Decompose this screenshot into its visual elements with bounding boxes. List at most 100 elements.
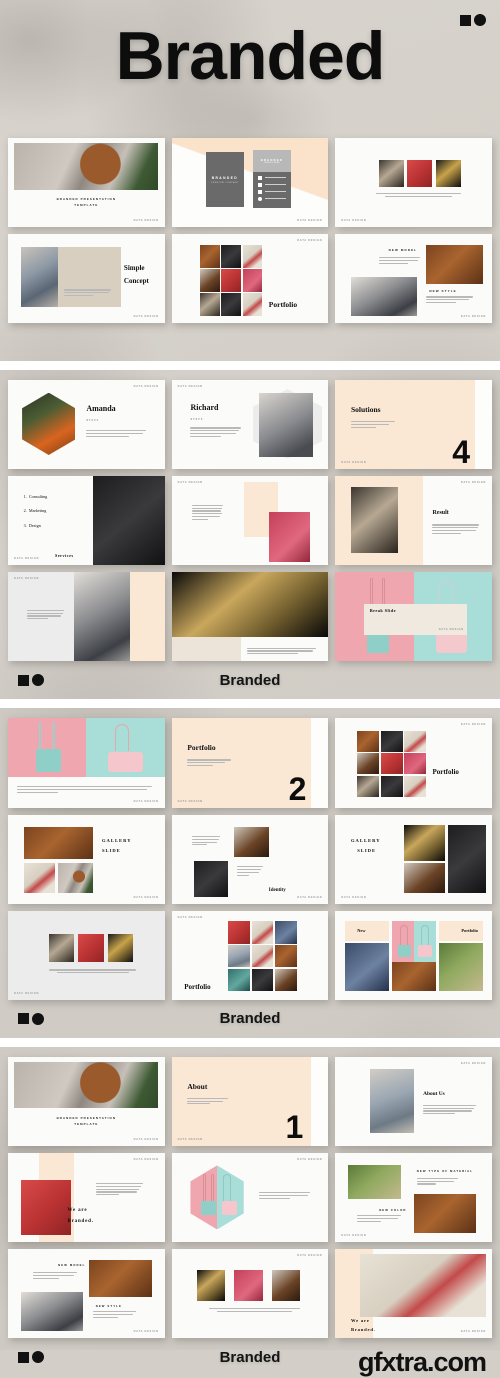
slide-tag: DATA DESIGN (297, 1253, 323, 1257)
slide-solutions[interactable]: Solutions 4 DATA DESIGN (335, 380, 492, 470)
slide-tag: DATA DESIGN (14, 577, 40, 581)
slide-stairs-model[interactable]: DATA DESIGN (8, 572, 165, 662)
slide-tag: DATA DESIGN (460, 315, 486, 319)
slide-cover-2[interactable]: BRANDED PRESENTATION TEMPLATE DATA DESIG… (8, 1056, 165, 1146)
slide-we-are-branded-1[interactable]: We are Branded. DATA DESIGN (8, 1152, 165, 1242)
slide-gallery-2[interactable]: GALLERY SLIDE DATA DESIGN (335, 814, 492, 904)
footer-brand: Branded (219, 1010, 281, 1028)
list-item-2: 2. Marketing (23, 508, 47, 514)
slide-three-thumbs[interactable]: DATA DESIGN (8, 910, 165, 1000)
list-item-1: 1. Consulting (23, 494, 48, 500)
slide-number: 2 (288, 770, 307, 807)
slide-we-are-branded-2[interactable]: We are Branded. DATA DESIGN (335, 1248, 492, 1339)
slide-services[interactable]: 1. Consulting 2. Marketing 3. Design Ser… (8, 476, 165, 566)
slide-about-us[interactable]: About Us DATA DESIGN (335, 1056, 492, 1146)
slide-basket-bag[interactable] (171, 572, 329, 662)
square-circle-logo-icon (18, 674, 44, 687)
slide-title: GALLERY (101, 837, 132, 843)
slide-new-portfolio[interactable]: New Portfolio (335, 910, 492, 1000)
slide-title-2: NEW STYLE (429, 289, 457, 294)
instagram-icon (258, 189, 263, 194)
card-brand: BRANDED (211, 175, 239, 180)
slide-number: 4 (452, 434, 471, 470)
slide-hexagon-bags[interactable]: DATA DESIGN (171, 1152, 329, 1242)
slide-title: Simple (123, 264, 145, 273)
section-1-footer (8, 323, 492, 361)
page-title: Branded (115, 18, 386, 94)
slide-gallery-1[interactable]: GALLERY SLIDE DATA DESIGN (8, 814, 165, 904)
slide-tag: DATA DESIGN (438, 627, 464, 631)
slide-cover[interactable]: BRANDED PRESENTATION TEMPLATE DATA DESIG… (8, 138, 165, 228)
slide-portfolio-grid[interactable]: Portfolio DATA DESIGN (171, 234, 329, 324)
slide-tag: DATA DESIGN (341, 219, 367, 223)
slide-title: Portfolio (268, 300, 298, 310)
slide-simple-concept[interactable]: Simple Concept DATA DESIGN (8, 234, 165, 324)
slide-title: NEW MODEL (388, 248, 418, 253)
slide-break[interactable]: Break Slide DATA DESIGN (335, 572, 492, 662)
slide-grid-3: DATA DESIGN Portfolio 2 DATA DESIGN Port… (8, 718, 492, 1000)
square-circle-logo-icon (460, 14, 486, 26)
section-2: Amanda STAFF DATA DESIGN Richard STAFF D… (0, 370, 500, 699)
slide-three-thumbs-2[interactable]: DATA DESIGN (171, 1248, 329, 1339)
slide-portfolio-mosaic-2[interactable]: Portfolio DATA DESIGN (171, 910, 329, 1000)
section-4: BRANDED PRESENTATION TEMPLATE DATA DESIG… (0, 1047, 500, 1377)
slide-subtitle: STAFF (190, 418, 204, 422)
slide-title: GALLERY (350, 837, 381, 843)
slide-portfolio-number[interactable]: Portfolio 2 DATA DESIGN (171, 718, 329, 808)
slide-tag: DATA DESIGN (460, 723, 486, 727)
slide-pastel-bags[interactable]: DATA DESIGN (8, 718, 165, 808)
slide-result[interactable]: Result DATA DESIGN (335, 476, 492, 566)
slide-title: BRANDED PRESENTATION (56, 1115, 117, 1120)
slide-tag: DATA DESIGN (133, 1137, 159, 1141)
slide-tag: DATA DESIGN (460, 1330, 486, 1334)
slide-tag: DATA DESIGN (177, 915, 203, 919)
slide-tag: DATA DESIGN (297, 895, 323, 899)
section-divider (0, 699, 500, 709)
slide-title-2: NEW COLOR (379, 1208, 407, 1213)
slide-tag: DATA DESIGN (177, 481, 203, 485)
slide-model-style[interactable]: NEW MODEL NEW STYLE DATA DESIGN (8, 1248, 165, 1339)
slide-tag: DATA DESIGN (14, 991, 40, 995)
slide-tag: DATA DESIGN (133, 895, 159, 899)
twitter-icon (258, 182, 263, 187)
square-circle-logo-icon (18, 1351, 44, 1364)
slide-new-model-style[interactable]: NEW MODEL NEW STYLE DATA DESIGN (335, 234, 492, 324)
slide-title: We are (67, 1208, 88, 1214)
section-1: BRANDED PRESENTATION TEMPLATE DATA DESIG… (0, 128, 500, 361)
slide-about-number[interactable]: About 1 DATA DESIGN (171, 1056, 329, 1146)
slide-title: Portfolio (187, 743, 216, 753)
slide-title: BRANDED PRESENTATION (56, 196, 117, 201)
slide-subtitle: STAFF (86, 419, 100, 423)
slide-tag: DATA DESIGN (133, 315, 159, 319)
slide-title-2: Portfolio (461, 927, 478, 933)
slide-subtitle: TEMPLATE (74, 202, 99, 207)
slide-identity[interactable]: Identity DATA DESIGN (171, 814, 329, 904)
slide-title: Solutions (350, 405, 381, 415)
slide-title: About (187, 1081, 208, 1091)
slide-material-color[interactable]: NEW TYPE OF MATERIAL NEW COLOR DATA DESI… (335, 1152, 492, 1242)
slide-three-images[interactable]: DATA DESIGN (335, 138, 492, 228)
slide-title-2: Branded. (67, 1218, 94, 1224)
slide-richard[interactable]: Richard STAFF DATA DESIGN (171, 380, 329, 470)
slide-title: Result (432, 510, 449, 517)
slide-text-image[interactable]: DATA DESIGN (171, 476, 329, 566)
slide-amanda[interactable]: Amanda STAFF DATA DESIGN (8, 380, 165, 470)
preview-page: Branded BRANDED PRESENTATION TEMPLATE DA… (0, 0, 500, 1377)
slide-title: NEW TYPE OF MATERIAL (416, 1168, 474, 1173)
slide-tag: DATA DESIGN (133, 1157, 159, 1161)
list-item-3: 3. Design (23, 522, 41, 528)
slide-grid-4: BRANDED PRESENTATION TEMPLATE DATA DESIG… (8, 1056, 492, 1339)
slide-grid-1: BRANDED PRESENTATION TEMPLATE DATA DESIG… (8, 138, 492, 324)
slide-tag: DATA DESIGN (177, 1137, 203, 1141)
slide-title: Identity (268, 887, 286, 893)
slide-grid-2: Amanda STAFF DATA DESIGN Richard STAFF D… (8, 380, 492, 662)
slide-portfolio-mosaic[interactable]: Portfolio DATA DESIGN (335, 718, 492, 808)
section-divider (0, 1037, 500, 1047)
slide-title-2: Concept (123, 276, 149, 285)
slide-label: Services (54, 553, 74, 559)
slide-tag: DATA DESIGN (297, 1157, 323, 1161)
slide-tag: DATA DESIGN (133, 385, 159, 389)
slide-title: Break Slide (369, 608, 396, 613)
footer-brand: Branded (219, 671, 281, 689)
slide-business-cards[interactable]: BRANDED PREMIUM COMPANY BRANDED PREMIUM … (171, 138, 329, 228)
